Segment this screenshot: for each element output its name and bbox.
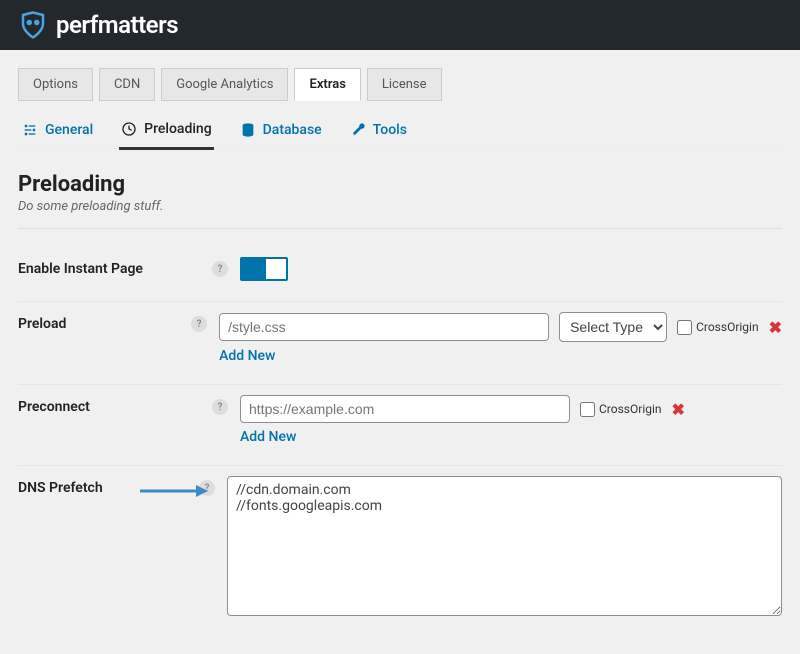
remove-icon[interactable]: ✖ bbox=[672, 400, 685, 419]
preload-url-input[interactable] bbox=[219, 313, 549, 341]
primary-tabs: Options CDN Google Analytics Extras Lice… bbox=[18, 68, 782, 101]
database-icon bbox=[240, 122, 256, 138]
subtab-label: Database bbox=[263, 122, 322, 138]
tab-cdn[interactable]: CDN bbox=[99, 68, 155, 101]
preload-label: Preload bbox=[18, 316, 66, 332]
wrench-icon bbox=[350, 122, 366, 138]
clock-icon bbox=[121, 121, 137, 137]
page-title: Preloading bbox=[18, 172, 782, 197]
subtab-label: Preloading bbox=[144, 121, 212, 137]
tab-options[interactable]: Options bbox=[18, 68, 93, 101]
tab-extras[interactable]: Extras bbox=[294, 68, 360, 101]
sliders-icon bbox=[22, 122, 38, 138]
brand-logo: perfmatters bbox=[18, 10, 178, 40]
app-header: perfmatters bbox=[0, 0, 800, 50]
instant-page-toggle[interactable] bbox=[240, 257, 288, 281]
row-dns-prefetch: DNS Prefetch ? bbox=[18, 466, 782, 636]
page-subtitle: Do some preloading stuff. bbox=[18, 199, 782, 214]
preconnect-crossorigin[interactable]: CrossOrigin bbox=[580, 402, 662, 417]
row-preconnect: Preconnect ? CrossOrigin ✖ Add New bbox=[18, 385, 782, 466]
preconnect-add-new[interactable]: Add New bbox=[240, 429, 782, 445]
help-icon[interactable]: ? bbox=[191, 316, 207, 332]
subtab-database[interactable]: Database bbox=[238, 115, 324, 148]
preconnect-label: Preconnect bbox=[18, 399, 90, 415]
arrow-annotation-icon bbox=[138, 481, 208, 501]
preload-crossorigin[interactable]: CrossOrigin bbox=[677, 320, 759, 335]
dns-prefetch-textarea[interactable] bbox=[227, 476, 782, 616]
subtab-label: General bbox=[45, 122, 93, 138]
brand-name: perfmatters bbox=[56, 11, 178, 39]
remove-icon[interactable]: ✖ bbox=[769, 318, 782, 337]
subtab-preloading[interactable]: Preloading bbox=[119, 115, 214, 150]
secondary-tabs: General Preloading Database Tools bbox=[18, 115, 782, 150]
preconnect-crossorigin-checkbox[interactable] bbox=[580, 402, 595, 417]
instant-page-label: Enable Instant Page bbox=[18, 261, 143, 277]
preload-crossorigin-checkbox[interactable] bbox=[677, 320, 692, 335]
preload-type-select[interactable]: Select Type bbox=[559, 312, 667, 342]
subtab-tools[interactable]: Tools bbox=[348, 115, 409, 148]
divider bbox=[18, 228, 782, 229]
subtab-label: Tools bbox=[373, 122, 407, 138]
dns-prefetch-label: DNS Prefetch bbox=[18, 480, 103, 496]
help-icon[interactable]: ? bbox=[212, 261, 228, 277]
tab-google-analytics[interactable]: Google Analytics bbox=[161, 68, 288, 101]
preconnect-url-input[interactable] bbox=[240, 395, 570, 423]
tab-license[interactable]: License bbox=[367, 68, 442, 101]
row-preload: Preload ? Select Type CrossOrigin ✖ Add … bbox=[18, 302, 782, 385]
preload-add-new[interactable]: Add New bbox=[219, 348, 782, 364]
perfmatters-logo-icon bbox=[18, 10, 48, 40]
row-instant-page: Enable Instant Page ? bbox=[18, 247, 782, 302]
subtab-general[interactable]: General bbox=[20, 115, 95, 148]
help-icon[interactable]: ? bbox=[212, 399, 228, 415]
